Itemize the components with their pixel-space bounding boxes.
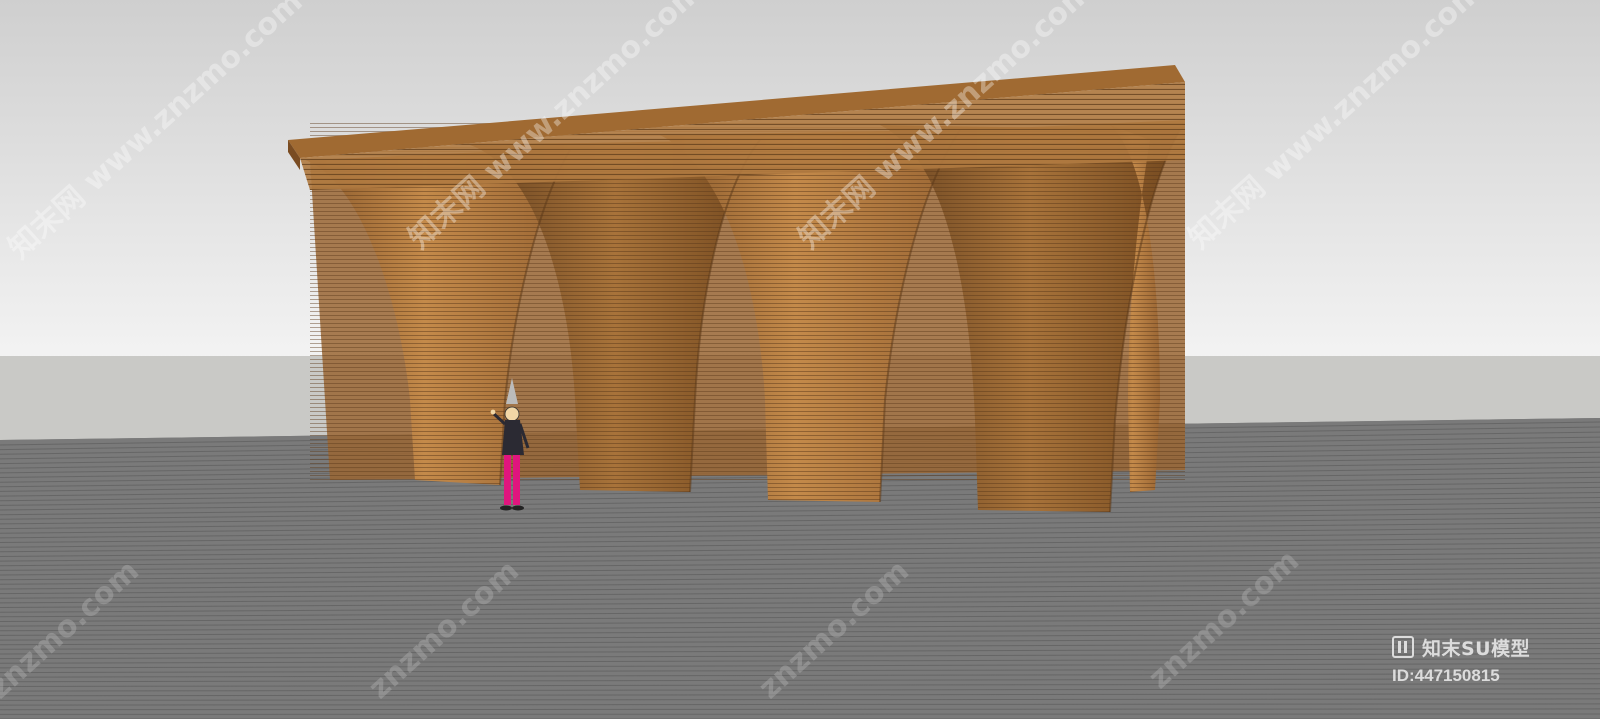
model-id: ID:447150815 xyxy=(1392,666,1500,685)
sketchup-viewport: 知末网 www.znzmo.com 知末网 www.znzmo.com 知末网 ww… xyxy=(0,0,1600,719)
brand-watermark: 知末SU模型 ID:447150815 xyxy=(1392,634,1572,694)
znzmo-logo-icon xyxy=(1392,636,1414,658)
brand-name: 知末SU模型 xyxy=(1422,637,1531,660)
scene-render: 知末网 www.znzmo.com 知末网 www.znzmo.com 知末网 ww… xyxy=(0,0,1600,719)
